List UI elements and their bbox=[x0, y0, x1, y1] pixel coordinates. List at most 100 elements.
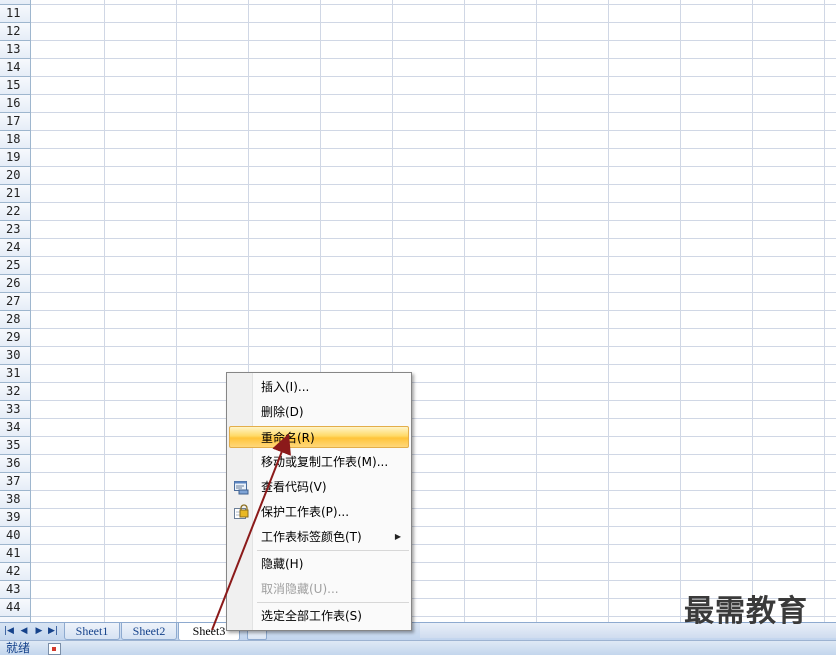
row-cells[interactable] bbox=[31, 527, 836, 545]
row-cells[interactable] bbox=[31, 77, 836, 95]
row-cells[interactable] bbox=[31, 239, 836, 257]
row-header[interactable]: 26 bbox=[0, 275, 31, 293]
row-cells[interactable] bbox=[31, 311, 836, 329]
row-header[interactable]: 29 bbox=[0, 329, 31, 347]
row-cells[interactable] bbox=[31, 383, 836, 401]
menu-item-protect-sheet[interactable]: 保护工作表(P)... bbox=[229, 501, 409, 523]
row-header[interactable]: 39 bbox=[0, 509, 31, 527]
row-header[interactable]: 37 bbox=[0, 473, 31, 491]
row-header[interactable]: 13 bbox=[0, 41, 31, 59]
row-header[interactable]: 22 bbox=[0, 203, 31, 221]
row-cells[interactable] bbox=[31, 347, 836, 365]
grid-row[interactable]: 34 bbox=[0, 419, 836, 437]
row-header[interactable]: 43 bbox=[0, 581, 31, 599]
grid-row[interactable]: 29 bbox=[0, 329, 836, 347]
row-header[interactable]: 42 bbox=[0, 563, 31, 581]
grid-row[interactable]: 15 bbox=[0, 77, 836, 95]
row-header[interactable]: 30 bbox=[0, 347, 31, 365]
grid-row[interactable]: 39 bbox=[0, 509, 836, 527]
row-cells[interactable] bbox=[31, 329, 836, 347]
row-header[interactable]: 15 bbox=[0, 77, 31, 95]
row-cells[interactable] bbox=[31, 185, 836, 203]
row-cells[interactable] bbox=[31, 491, 836, 509]
grid-row[interactable]: 18 bbox=[0, 131, 836, 149]
row-header[interactable]: 36 bbox=[0, 455, 31, 473]
row-header[interactable]: 35 bbox=[0, 437, 31, 455]
grid-row[interactable]: 27 bbox=[0, 293, 836, 311]
grid-row[interactable]: 17 bbox=[0, 113, 836, 131]
row-header[interactable]: 20 bbox=[0, 167, 31, 185]
row-header[interactable]: 24 bbox=[0, 239, 31, 257]
row-cells[interactable] bbox=[31, 5, 836, 23]
row-cells[interactable] bbox=[31, 221, 836, 239]
row-header[interactable]: 17 bbox=[0, 113, 31, 131]
row-header[interactable]: 27 bbox=[0, 293, 31, 311]
grid-row[interactable]: 11 bbox=[0, 5, 836, 23]
grid-row[interactable]: 37 bbox=[0, 473, 836, 491]
last-sheet-icon[interactable]: ▶| bbox=[46, 624, 60, 638]
row-cells[interactable] bbox=[31, 59, 836, 77]
grid-row[interactable]: 19 bbox=[0, 149, 836, 167]
grid-row[interactable]: 12 bbox=[0, 23, 836, 41]
row-header[interactable]: 32 bbox=[0, 383, 31, 401]
row-cells[interactable] bbox=[31, 149, 836, 167]
grid-row[interactable]: 22 bbox=[0, 203, 836, 221]
menu-item-insert[interactable]: 插入(I)... bbox=[229, 376, 409, 398]
grid-row[interactable]: 42 bbox=[0, 563, 836, 581]
row-header[interactable]: 12 bbox=[0, 23, 31, 41]
row-cells[interactable] bbox=[31, 275, 836, 293]
row-cells[interactable] bbox=[31, 41, 836, 59]
grid-row[interactable]: 25 bbox=[0, 257, 836, 275]
row-header[interactable]: 40 bbox=[0, 527, 31, 545]
row-header[interactable]: 33 bbox=[0, 401, 31, 419]
row-cells[interactable] bbox=[31, 113, 836, 131]
grid-row[interactable]: 20 bbox=[0, 167, 836, 185]
row-cells[interactable] bbox=[31, 455, 836, 473]
row-header[interactable]: 18 bbox=[0, 131, 31, 149]
row-cells[interactable] bbox=[31, 293, 836, 311]
row-header[interactable]: 34 bbox=[0, 419, 31, 437]
grid-row[interactable]: 36 bbox=[0, 455, 836, 473]
grid-row[interactable]: 28 bbox=[0, 311, 836, 329]
row-cells[interactable] bbox=[31, 167, 836, 185]
grid-row[interactable]: 33 bbox=[0, 401, 836, 419]
grid-row[interactable]: 14 bbox=[0, 59, 836, 77]
menu-item-select-all-sheets[interactable]: 选定全部工作表(S) bbox=[229, 605, 409, 627]
row-cells[interactable] bbox=[31, 203, 836, 221]
row-header[interactable]: 16 bbox=[0, 95, 31, 113]
row-header[interactable]: 21 bbox=[0, 185, 31, 203]
row-header[interactable]: 25 bbox=[0, 257, 31, 275]
row-header[interactable]: 28 bbox=[0, 311, 31, 329]
sheet-tab-sheet1[interactable]: Sheet1 bbox=[64, 623, 120, 640]
menu-item-hide[interactable]: 隐藏(H) bbox=[229, 553, 409, 575]
menu-item-delete[interactable]: 删除(D) bbox=[229, 401, 409, 423]
sheet-tab-sheet2[interactable]: Sheet2 bbox=[121, 623, 177, 640]
grid-row[interactable]: 41 bbox=[0, 545, 836, 563]
grid-row[interactable]: 30 bbox=[0, 347, 836, 365]
row-cells[interactable] bbox=[31, 23, 836, 41]
first-sheet-icon[interactable]: |◀ bbox=[2, 624, 16, 638]
row-cells[interactable] bbox=[31, 401, 836, 419]
row-header[interactable]: 38 bbox=[0, 491, 31, 509]
row-cells[interactable] bbox=[31, 509, 836, 527]
grid-row[interactable]: 40 bbox=[0, 527, 836, 545]
next-sheet-icon[interactable]: ▶ bbox=[32, 624, 46, 638]
worksheet-grid[interactable]: 11 12 13 14 15 16 17 18 19 20 21 22 23 24 25 26 27 28 29 30… bbox=[0, 0, 836, 622]
grid-row[interactable]: 13 bbox=[0, 41, 836, 59]
row-cells[interactable] bbox=[31, 473, 836, 491]
record-macro-icon[interactable] bbox=[48, 643, 61, 655]
menu-item-tab-color[interactable]: 工作表标签颜色(T) ▶ bbox=[229, 526, 409, 548]
row-header[interactable]: 31 bbox=[0, 365, 31, 383]
grid-row[interactable]: 32 bbox=[0, 383, 836, 401]
row-header[interactable]: 23 bbox=[0, 221, 31, 239]
grid-row[interactable]: 26 bbox=[0, 275, 836, 293]
row-cells[interactable] bbox=[31, 437, 836, 455]
row-cells[interactable] bbox=[31, 545, 836, 563]
grid-row[interactable]: 21 bbox=[0, 185, 836, 203]
row-cells[interactable] bbox=[31, 95, 836, 113]
grid-row[interactable]: 24 bbox=[0, 239, 836, 257]
row-header[interactable]: 19 bbox=[0, 149, 31, 167]
row-cells[interactable] bbox=[31, 257, 836, 275]
grid-row[interactable]: 38 bbox=[0, 491, 836, 509]
grid-row[interactable]: 35 bbox=[0, 437, 836, 455]
